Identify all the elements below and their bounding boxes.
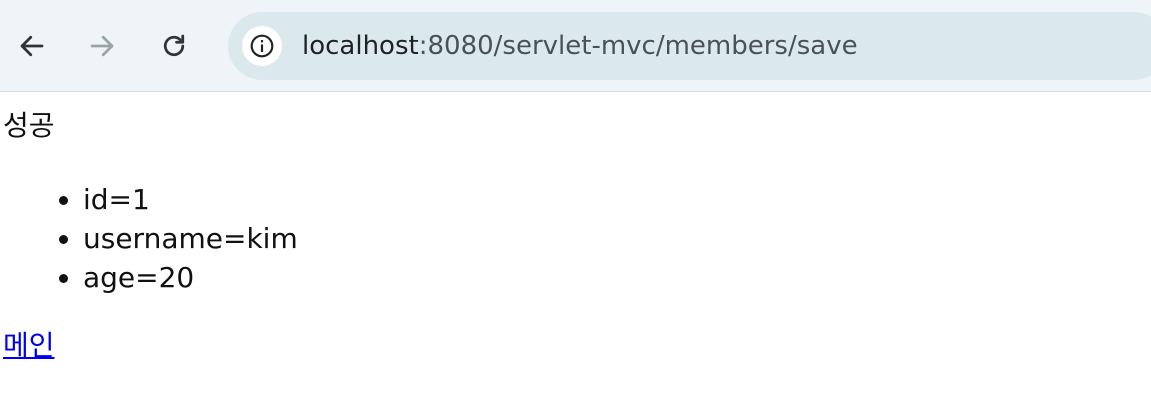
url-host: localhost (302, 31, 419, 61)
arrow-right-icon (90, 35, 114, 57)
member-field-list: id=1 username=kim age=20 (0, 180, 298, 297)
reload-button[interactable] (154, 26, 194, 66)
url-path: :8080/servlet-mvc/members/save (418, 31, 858, 61)
browser-toolbar: localhost:8080/servlet-mvc/members/save (0, 0, 1151, 92)
main-link[interactable]: 메인 (3, 328, 55, 364)
list-item: age=20 (83, 258, 298, 297)
url-text[interactable]: localhost:8080/servlet-mvc/members/save (302, 29, 858, 63)
back-button[interactable] (12, 26, 52, 66)
status-text: 성공 (3, 109, 55, 142)
address-bar[interactable]: localhost:8080/servlet-mvc/members/save (228, 12, 1151, 80)
info-icon (250, 34, 274, 58)
list-item: username=kim (83, 219, 298, 258)
forward-button[interactable] (82, 26, 122, 66)
reload-icon (163, 34, 185, 57)
page-content: 성공 id=1 username=kim age=20 메인 (0, 92, 1151, 400)
site-info-button[interactable] (242, 26, 282, 66)
list-item: id=1 (83, 180, 298, 219)
arrow-left-icon (20, 35, 44, 57)
